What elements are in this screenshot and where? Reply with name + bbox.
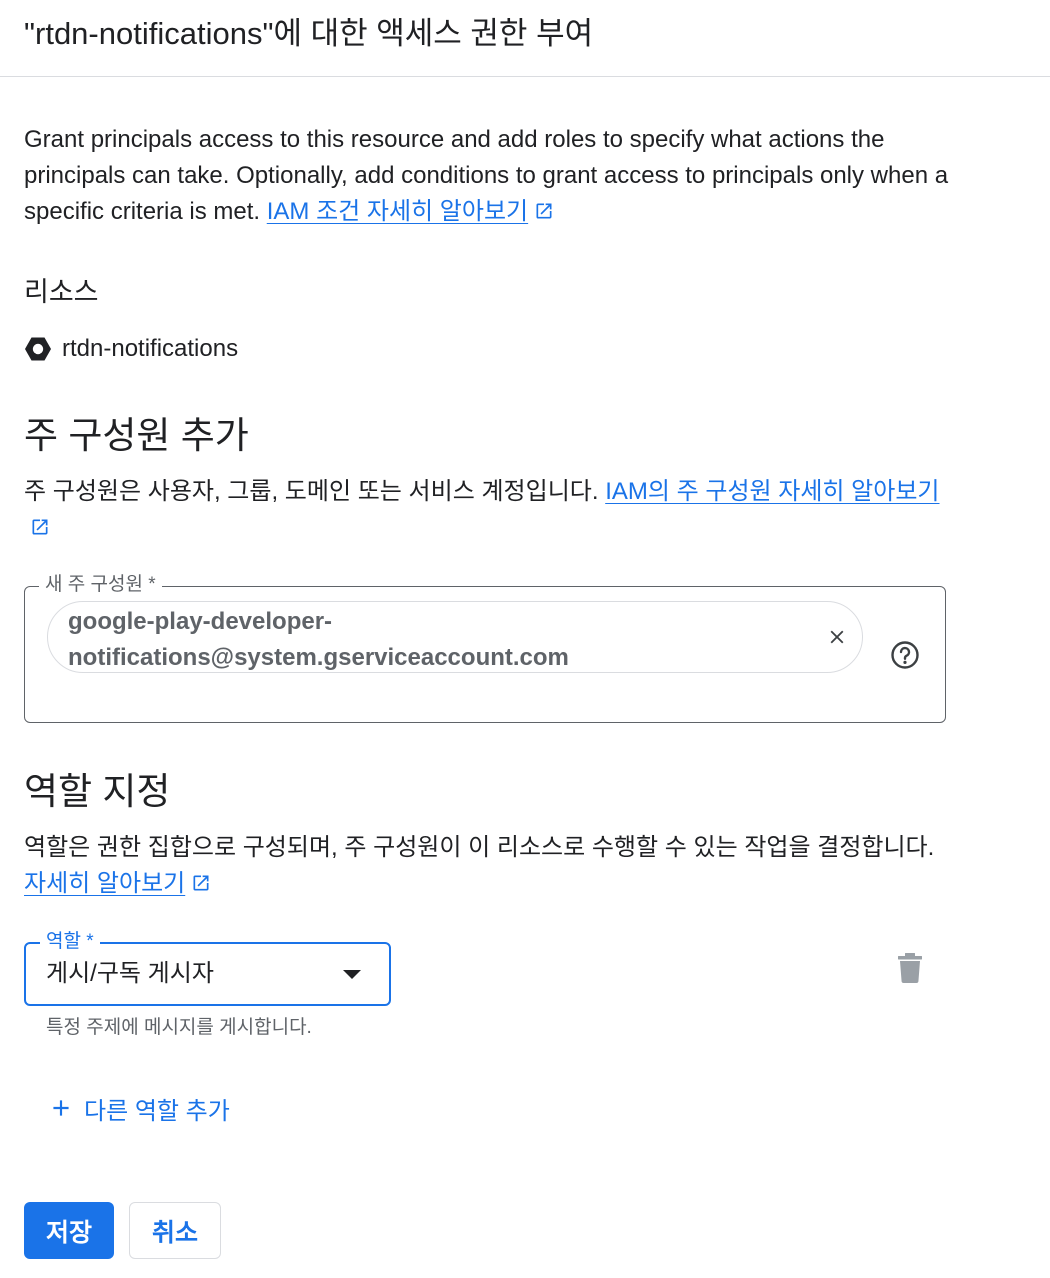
add-principals-text: 주 구성원은 사용자, 그룹, 도메인 또는 서비스 계정입니다. [24,478,599,505]
remove-principal-button[interactable] [822,622,852,652]
cancel-button[interactable]: 취소 [129,1202,221,1259]
iam-principals-link-label: IAM의 주 구성원 자세히 알아보기 [605,478,940,505]
resource-name: rtdn-notifications [62,335,239,362]
principal-chip[interactable]: google-play-developer-notifications@syst… [47,601,863,673]
new-principals-label: 새 주 구성원 * [39,574,162,596]
delete-role-icon[interactable] [896,952,924,984]
resource-row: rtdn-notifications [24,332,238,366]
external-link-icon[interactable] [534,201,554,221]
add-principals-description: 주 구성원은 사용자, 그룹, 도메인 또는 서비스 계정입니다. IAM의 주… [24,474,944,546]
add-principals-title: 주 구성원 추가 [24,415,249,456]
iam-conditions-link-label: IAM 조건 자세히 알아보기 [266,198,529,225]
dialog-header: "rtdn-notifications"에 대한 액세스 권한 부여 [0,0,1050,77]
external-link-icon[interactable] [191,873,211,893]
new-principals-field[interactable]: 새 주 구성원 * google-play-developer-notifica… [24,574,946,723]
principal-chip-value: google-play-developer-notifications@syst… [68,608,569,671]
add-another-role-label: 다른 역할 추가 [84,1097,230,1125]
assign-roles-text: 역할은 권한 집합으로 구성되며, 주 구성원이 이 리소스로 수행할 수 있는… [24,834,935,861]
help-icon[interactable] [889,639,921,671]
role-value: 게시/구독 게시자 [46,960,214,987]
assign-roles-title: 역할 지정 [24,771,171,812]
add-another-role-button[interactable]: 다른 역할 추가 [48,1088,230,1128]
role-hint: 특정 주제에 메시지를 게시합니다. [46,1017,312,1038]
plus-icon [53,1100,69,1116]
role-label: 역할 * [40,931,100,953]
role-select[interactable]: 역할 * 게시/구독 게시자 [24,931,391,1006]
iam-principals-link[interactable]: IAM의 주 구성원 자세히 알아보기 [605,478,939,505]
learn-more-link-label: 자세히 알아보기 [24,870,186,897]
external-link-icon[interactable] [30,517,50,537]
dropdown-arrow-icon [343,970,361,979]
save-button[interactable]: 저장 [24,1202,114,1259]
assign-roles-description: 역할은 권한 집합으로 구성되며, 주 구성원이 이 리소스로 수행할 수 있는… [24,830,944,902]
close-icon [830,630,844,644]
page-title: "rtdn-notifications"에 대한 액세스 권한 부여 [24,16,594,51]
iam-conditions-link[interactable]: IAM 조건 자세히 알아보기 [267,198,528,225]
learn-more-link[interactable]: 자세히 알아보기 [24,870,185,897]
resource-heading: 리소스 [24,277,99,307]
pubsub-hexagon-icon [25,337,51,361]
intro-text: Grant principals access to this resource… [24,122,964,230]
